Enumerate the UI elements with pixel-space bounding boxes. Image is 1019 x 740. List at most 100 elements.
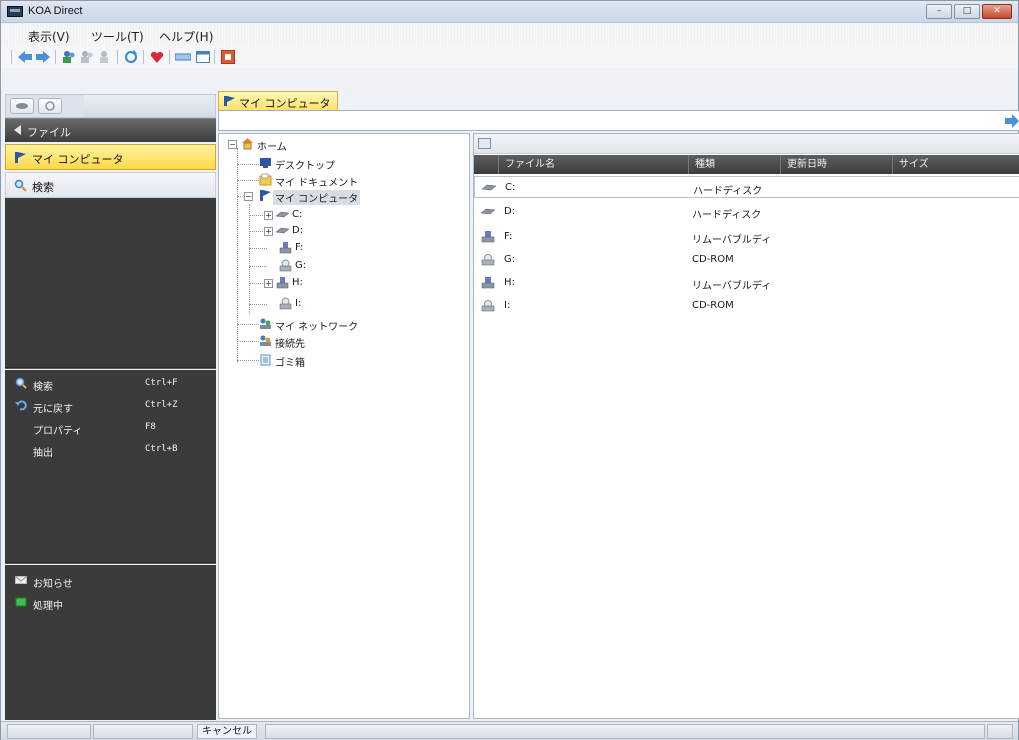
row-type: リムーバブルディ xyxy=(692,235,772,246)
row-name: F: xyxy=(504,231,513,242)
row-type: リムーバブルディ xyxy=(692,281,772,292)
task-properties[interactable]: プロパティ F8 xyxy=(5,418,216,438)
row-type: CD-ROM xyxy=(692,300,734,311)
stop-icon[interactable] xyxy=(220,49,236,65)
toolbar-separator xyxy=(55,50,56,64)
nav-item-label: 検索 xyxy=(32,181,54,194)
column-header-type[interactable]: 種類 xyxy=(688,155,780,174)
cd-rom-icon xyxy=(481,254,495,266)
column-header-name[interactable]: ファイル名 xyxy=(498,155,688,174)
toolbar-separator xyxy=(117,50,118,64)
column-header-row: ファイル名 種類 更新日時 サイズ xyxy=(474,155,1019,174)
minimize-button[interactable]: – xyxy=(926,4,952,19)
column-header-modified[interactable]: 更新日時 xyxy=(780,155,892,174)
forward-arrow-icon[interactable] xyxy=(35,49,51,65)
collapse-arrow-icon[interactable] xyxy=(14,125,21,135)
refresh-icon[interactable] xyxy=(123,49,139,65)
list-toolbar xyxy=(474,134,1019,154)
table-row[interactable]: I: CD-ROM xyxy=(474,295,1019,317)
status-label: 処理中 xyxy=(33,601,63,612)
table-row[interactable]: F: リムーバブルディ xyxy=(474,226,1019,248)
toolbar-separator xyxy=(11,50,12,64)
column-header-size[interactable]: サイズ xyxy=(892,155,1002,174)
user-disabled-icon[interactable] xyxy=(97,49,113,65)
row-name: C: xyxy=(505,182,516,193)
back-arrow-icon[interactable] xyxy=(17,49,33,65)
go-arrow-icon[interactable] xyxy=(1005,113,1019,129)
location-tab-label: マイ コンピュータ xyxy=(239,97,331,110)
window-title: KOA Direct xyxy=(28,5,83,17)
hard-disk-icon xyxy=(276,227,289,234)
toolbar-separator xyxy=(143,50,144,64)
window-icon[interactable] xyxy=(195,49,211,65)
task-search[interactable]: 検索 Ctrl+F xyxy=(5,374,216,394)
status-bar: キャンセル xyxy=(1,721,1018,740)
expand-toggle[interactable]: + xyxy=(264,227,273,236)
menu-view[interactable]: 表示(V) xyxy=(28,28,70,45)
table-row[interactable]: C: ハードディスク xyxy=(474,176,1019,198)
task-extract[interactable]: 抽出 Ctrl+B xyxy=(5,440,216,460)
nav-item-my-computer[interactable]: マイ コンピュータ xyxy=(5,144,216,170)
task-shortcut: Ctrl+B xyxy=(145,444,178,454)
folder-icon xyxy=(259,173,272,186)
row-type: ハードディスク xyxy=(693,186,763,197)
people-icon[interactable] xyxy=(61,49,77,65)
cancel-button[interactable]: キャンセル xyxy=(197,724,257,739)
tree-label: I: xyxy=(295,298,302,309)
my-computer-icon xyxy=(224,96,235,106)
tree-label: C: xyxy=(292,209,303,220)
app-icon xyxy=(7,6,23,17)
hard-disk-icon xyxy=(482,184,496,191)
collapse-toggle[interactable]: − xyxy=(244,192,253,201)
row-type: ハードディスク xyxy=(692,210,762,221)
task-label: 抽出 xyxy=(33,448,53,459)
undo-icon xyxy=(15,400,27,411)
close-button[interactable]: ✕ xyxy=(982,4,1012,19)
search-icon xyxy=(14,179,27,192)
folder-tree[interactable]: − ホーム デスクトップ マイ ドキュメント − マイ コンピュータ + C: … xyxy=(218,133,470,719)
table-row[interactable]: G: CD-ROM xyxy=(474,249,1019,271)
hard-disk-icon xyxy=(276,211,289,218)
drive-tab[interactable] xyxy=(10,98,34,114)
menu-help[interactable]: ヘルプ(H) xyxy=(159,28,213,45)
tree-label: マイ コンピュータ xyxy=(273,190,361,205)
trash-icon xyxy=(260,354,271,366)
title-bar: KOA Direct – □ ✕ xyxy=(1,1,1018,23)
left-panel-title-bar[interactable]: ファイル xyxy=(5,118,216,142)
status-notifications[interactable]: お知らせ xyxy=(5,571,216,591)
task-label: 検索 xyxy=(33,382,53,393)
tree-label: ゴミ箱 xyxy=(275,358,305,369)
task-label: プロパティ xyxy=(33,426,83,437)
address-bar[interactable] xyxy=(218,110,1019,131)
people-disabled-icon[interactable] xyxy=(79,49,95,65)
nav-item-search[interactable]: 検索 xyxy=(5,172,216,198)
view-mode-icon[interactable] xyxy=(478,138,491,149)
bar-icon[interactable] xyxy=(175,49,191,65)
file-list[interactable]: ファイル名 種類 更新日時 サイズ C: ハードディスク D: ハードディスク … xyxy=(473,133,1019,719)
desktop-icon xyxy=(260,158,271,168)
left-panel-title: ファイル xyxy=(27,126,71,139)
row-type: CD-ROM xyxy=(692,254,734,265)
location-tab[interactable]: マイ コンピュータ xyxy=(218,91,338,110)
maximize-button[interactable]: □ xyxy=(954,4,980,19)
status-processing[interactable]: 処理中 xyxy=(5,593,216,613)
status-label: お知らせ xyxy=(33,579,73,590)
status-cell xyxy=(265,724,985,739)
menu-tools[interactable]: ツール(T) xyxy=(91,28,144,45)
table-row[interactable]: D: ハードディスク xyxy=(474,201,1019,223)
menu-bar: 表示(V) ツール(T) ヘルプ(H) xyxy=(1,24,1018,46)
mail-icon xyxy=(15,576,27,584)
my-computer-icon xyxy=(15,152,26,163)
expand-toggle[interactable]: + xyxy=(264,211,273,220)
tree-label: マイ ドキュメント xyxy=(275,178,359,189)
removable-drive-icon xyxy=(276,277,289,289)
status-cell xyxy=(7,724,91,739)
settings-tab[interactable] xyxy=(38,98,62,114)
cd-rom-icon xyxy=(279,297,292,310)
heart-icon[interactable] xyxy=(149,49,165,65)
table-row[interactable]: H: リムーバブルディ xyxy=(474,272,1019,294)
collapse-toggle[interactable]: − xyxy=(228,140,237,149)
resize-grip[interactable] xyxy=(987,724,1013,739)
expand-toggle[interactable]: + xyxy=(264,279,273,288)
task-undo[interactable]: 元に戻す Ctrl+Z xyxy=(5,396,216,416)
